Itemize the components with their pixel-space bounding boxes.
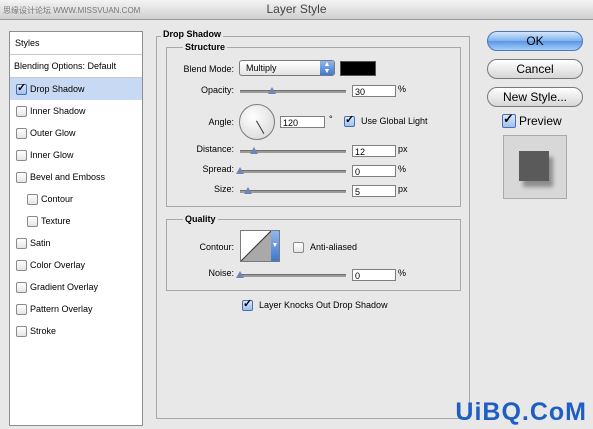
- contour-checkbox[interactable]: [27, 194, 38, 205]
- style-item-label: Outer Glow: [30, 128, 76, 138]
- style-item-bevel-emboss[interactable]: Bevel and Emboss: [10, 166, 142, 188]
- distance-slider-thumb[interactable]: [250, 147, 258, 154]
- inner-glow-checkbox[interactable]: [16, 150, 27, 161]
- contour-curve-icon: [241, 231, 271, 261]
- stroke-checkbox[interactable]: [16, 326, 27, 337]
- style-item-label: Pattern Overlay: [30, 304, 93, 314]
- spread-slider-track[interactable]: [240, 170, 346, 173]
- style-item-drop-shadow[interactable]: ✓ Drop Shadow: [10, 78, 142, 100]
- style-item-label: Stroke: [30, 326, 57, 336]
- style-item-label: Satin: [30, 238, 51, 248]
- style-item-label: Inner Glow: [30, 150, 74, 160]
- angle-dial-needle: [256, 120, 265, 134]
- blending-options-item[interactable]: Blending Options: Default: [10, 55, 142, 78]
- spread-label: Spread:: [202, 164, 234, 174]
- top-watermark: 思缘设计论坛 WWW.MISSVUAN.COM: [3, 6, 141, 15]
- inner-shadow-checkbox[interactable]: [16, 106, 27, 117]
- preview-swatch: [503, 135, 567, 199]
- layer-knocks-out-label: Layer Knocks Out Drop Shadow: [259, 300, 388, 310]
- use-global-light-checkbox[interactable]: ✓: [344, 114, 355, 127]
- cancel-button[interactable]: Cancel: [487, 59, 583, 79]
- pattern-overlay-checkbox[interactable]: [16, 304, 27, 315]
- preview-label: Preview: [519, 114, 562, 128]
- style-item-inner-shadow[interactable]: Inner Shadow: [10, 100, 142, 122]
- distance-input[interactable]: 12: [352, 145, 396, 157]
- size-slider-thumb[interactable]: [244, 187, 252, 194]
- opacity-slider-thumb[interactable]: [267, 87, 276, 94]
- opacity-slider-track[interactable]: [240, 90, 346, 93]
- style-item-label: Gradient Overlay: [30, 282, 99, 292]
- drop-shadow-checkbox[interactable]: ✓: [16, 82, 27, 95]
- blend-mode-label: Blend Mode:: [183, 64, 234, 74]
- preview-square: [519, 151, 549, 181]
- style-item-gradient-overlay[interactable]: Gradient Overlay: [10, 276, 142, 298]
- ok-button[interactable]: OK: [487, 31, 583, 51]
- spread-input[interactable]: 0: [352, 165, 396, 177]
- blend-mode-value: Multiply: [246, 63, 277, 73]
- style-item-contour[interactable]: Contour: [10, 188, 142, 210]
- anti-aliased-label: Anti-aliased: [310, 242, 358, 252]
- preview-checkbox[interactable]: ✓: [502, 112, 516, 128]
- bevel-emboss-checkbox[interactable]: [16, 172, 27, 183]
- noise-label: Noise:: [208, 268, 234, 278]
- style-item-label: Inner Shadow: [30, 106, 86, 116]
- new-style-button[interactable]: New Style...: [487, 87, 583, 107]
- spread-unit: %: [398, 164, 407, 174]
- style-item-texture[interactable]: Texture: [10, 210, 142, 232]
- use-global-light-label: Use Global Light: [361, 116, 428, 126]
- layer-knocks-out-checkbox[interactable]: ✓: [242, 298, 253, 311]
- styles-header[interactable]: Styles: [10, 32, 142, 55]
- contour-picker[interactable]: ▼: [240, 230, 280, 262]
- style-item-inner-glow[interactable]: Inner Glow: [10, 144, 142, 166]
- style-item-label: Texture: [41, 216, 71, 226]
- drop-shadow-title: Drop Shadow: [161, 29, 223, 39]
- angle-dial[interactable]: [239, 104, 275, 140]
- outer-glow-checkbox[interactable]: [16, 128, 27, 139]
- style-item-label: Bevel and Emboss: [30, 172, 106, 182]
- shadow-color-swatch[interactable]: [340, 61, 376, 76]
- contour-label: Contour:: [199, 242, 234, 252]
- size-unit: px: [398, 184, 408, 194]
- footer-watermark: UiBQ.CoM: [455, 398, 587, 426]
- noise-slider-track[interactable]: [240, 274, 346, 277]
- noise-input[interactable]: 0: [352, 269, 396, 281]
- satin-checkbox[interactable]: [16, 238, 27, 249]
- size-input[interactable]: 5: [352, 185, 396, 197]
- style-item-outer-glow[interactable]: Outer Glow: [10, 122, 142, 144]
- blending-options-label: Blending Options: Default: [14, 61, 117, 71]
- quality-group: [166, 219, 461, 291]
- size-slider-track[interactable]: [240, 190, 346, 193]
- opacity-input[interactable]: 30: [352, 85, 396, 97]
- distance-label: Distance:: [196, 144, 234, 154]
- noise-unit: %: [398, 268, 407, 278]
- distance-unit: px: [398, 144, 408, 154]
- angle-label: Angle:: [208, 117, 234, 127]
- style-item-satin[interactable]: Satin: [10, 232, 142, 254]
- style-item-color-overlay[interactable]: Color Overlay: [10, 254, 142, 276]
- style-item-pattern-overlay[interactable]: Pattern Overlay: [10, 298, 142, 320]
- style-item-label: Color Overlay: [30, 260, 86, 270]
- anti-aliased-checkbox[interactable]: [293, 242, 304, 253]
- noise-slider-thumb[interactable]: [236, 271, 244, 278]
- updown-arrows-icon: ▲ ▼: [320, 61, 334, 75]
- quality-title: Quality: [183, 214, 218, 224]
- style-item-label: Contour: [41, 194, 74, 204]
- gradient-overlay-checkbox[interactable]: [16, 282, 27, 293]
- spread-slider-thumb[interactable]: [236, 167, 244, 174]
- angle-input[interactable]: 120: [280, 116, 325, 128]
- styles-list-panel: Styles Blending Options: Default ✓ Drop …: [9, 31, 143, 426]
- contour-dropdown-arrow-icon[interactable]: ▼: [271, 231, 279, 261]
- style-item-label: Drop Shadow: [30, 84, 85, 94]
- structure-title: Structure: [183, 42, 228, 52]
- styles-header-label: Styles: [15, 38, 40, 48]
- opacity-unit: %: [398, 84, 407, 94]
- style-item-stroke[interactable]: Stroke: [10, 320, 142, 342]
- angle-unit: °: [329, 114, 333, 124]
- color-overlay-checkbox[interactable]: [16, 260, 27, 271]
- size-label: Size:: [213, 184, 234, 194]
- blend-mode-select[interactable]: Multiply ▲ ▼: [239, 60, 335, 76]
- opacity-label: Opacity:: [200, 85, 234, 95]
- texture-checkbox[interactable]: [27, 216, 38, 227]
